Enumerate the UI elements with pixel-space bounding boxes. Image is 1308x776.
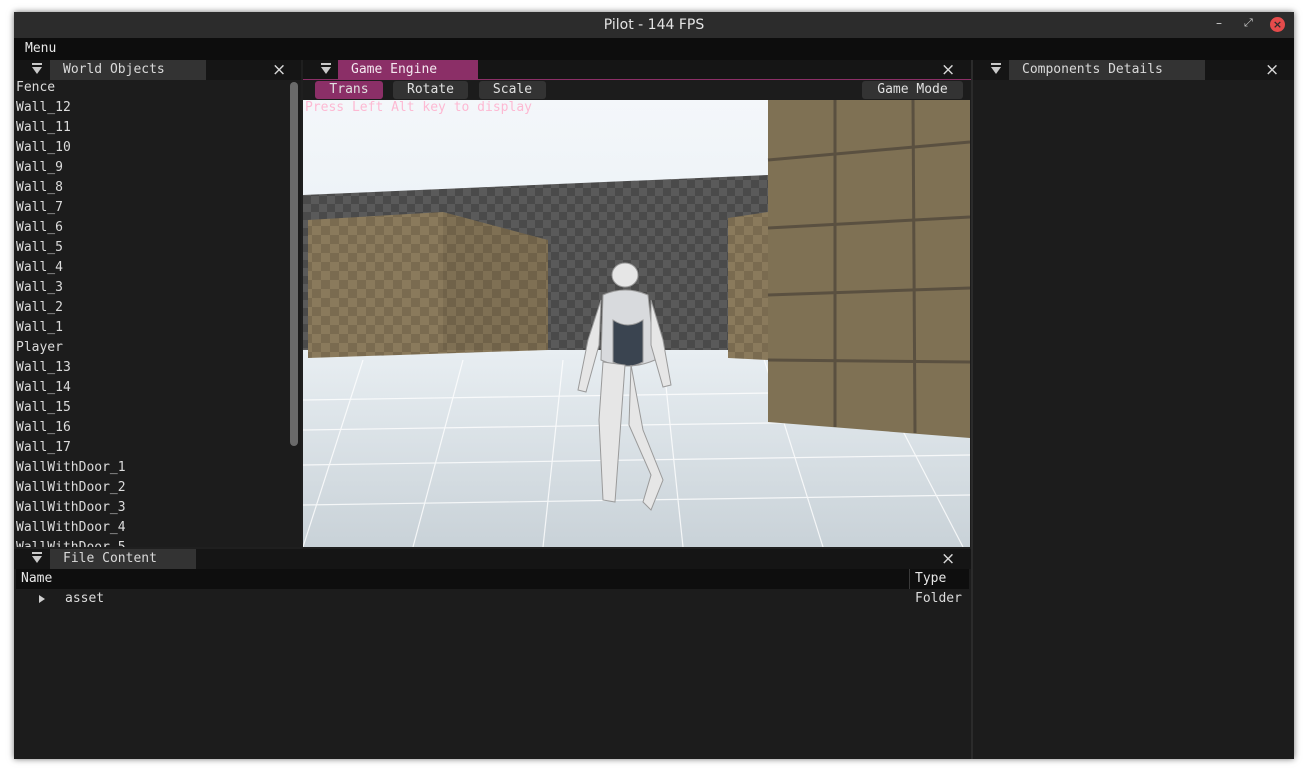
list-item[interactable]: Wall_14	[16, 378, 126, 398]
list-item[interactable]: WallWithDoor_3	[16, 498, 126, 518]
tab-file-content[interactable]: File Content	[50, 549, 196, 569]
list-item[interactable]: Fence	[16, 78, 126, 98]
expand-arrow-icon[interactable]	[39, 595, 45, 603]
tab-world-objects-label: World Objects	[63, 62, 165, 77]
menu-button[interactable]: Menu	[25, 41, 56, 56]
file-content-tabstrip: File Content ×	[14, 549, 971, 569]
column-header-type[interactable]: Type	[915, 569, 946, 589]
engine-toolbar: Trans Rotate Scale Game Mode	[303, 80, 971, 100]
list-item[interactable]: Wall_8	[16, 178, 126, 198]
close-icon[interactable]: ×	[941, 60, 955, 80]
row-type: Folder	[915, 591, 962, 606]
list-item[interactable]: Wall_9	[16, 158, 126, 178]
scrollbar-thumb[interactable]	[290, 82, 298, 446]
world-objects-scrollbar[interactable]	[289, 80, 299, 547]
panel-splitter[interactable]	[971, 60, 973, 759]
list-item[interactable]: Wall_12	[16, 98, 126, 118]
game-viewport[interactable]: Press Left Alt key to display	[303, 100, 970, 547]
minimize-icon[interactable]: –	[1216, 16, 1222, 30]
close-icon[interactable]: ×	[941, 549, 955, 569]
list-item[interactable]: Wall_3	[16, 278, 126, 298]
list-item[interactable]: Wall_13	[16, 358, 126, 378]
list-item[interactable]: Wall_1	[16, 318, 126, 338]
tab-game-engine[interactable]: Game Engine	[338, 60, 478, 80]
trans-button[interactable]: Trans	[315, 81, 383, 99]
list-item[interactable]: Wall_2	[16, 298, 126, 318]
scene-render	[303, 100, 970, 547]
column-divider[interactable]	[909, 569, 910, 589]
file-content-panel: File Content × Name Type asset Folder	[14, 549, 971, 759]
list-item[interactable]: WallWithDoor_4	[16, 518, 126, 538]
table-row[interactable]: asset Folder	[16, 589, 969, 609]
components-tabstrip: Components Details ×	[973, 60, 1294, 80]
list-item[interactable]: Wall_15	[16, 398, 126, 418]
list-item[interactable]: WallWithDoor_2	[16, 478, 126, 498]
menu-bar: Menu	[14, 38, 1294, 60]
tab-components-details[interactable]: Components Details	[1009, 60, 1205, 80]
close-window-icon[interactable]: ×	[1270, 17, 1285, 32]
viewport-hint-text: Press Left Alt key to display	[305, 100, 532, 115]
list-item[interactable]: Wall_11	[16, 118, 126, 138]
world-objects-tabstrip: World Objects ×	[14, 60, 301, 80]
file-table-header: Name Type	[16, 569, 969, 589]
title-bar[interactable]: Pilot - 144 FPS – ⤢ ×	[14, 12, 1294, 38]
list-item[interactable]: Wall_6	[16, 218, 126, 238]
list-item[interactable]: Wall_5	[16, 238, 126, 258]
list-item[interactable]: WallWithDoor_1	[16, 458, 126, 478]
close-icon[interactable]: ×	[272, 60, 286, 80]
game-engine-panel: Game Engine × Trans Rotate Scale Game Mo…	[303, 60, 971, 547]
window-title: Pilot - 144 FPS	[603, 17, 705, 33]
tab-game-engine-label: Game Engine	[351, 62, 438, 77]
close-icon[interactable]: ×	[1265, 60, 1279, 80]
app-window: Pilot - 144 FPS – ⤢ × Menu World Objects…	[14, 12, 1294, 759]
restore-icon[interactable]: ⤢	[1244, 16, 1253, 30]
list-item[interactable]: Wall_10	[16, 138, 126, 158]
scale-button[interactable]: Scale	[479, 81, 546, 99]
row-name: asset	[65, 591, 105, 606]
tab-world-objects[interactable]: World Objects	[50, 60, 206, 80]
rotate-button[interactable]: Rotate	[393, 81, 468, 99]
list-item[interactable]: Wall_7	[16, 198, 126, 218]
list-item[interactable]: Wall_4	[16, 258, 126, 278]
tab-components-label: Components Details	[1022, 62, 1163, 77]
game-engine-tabstrip: Game Engine ×	[303, 60, 971, 80]
list-item[interactable]: Wall_17	[16, 438, 126, 458]
world-objects-list: Fence Wall_12 Wall_11 Wall_10 Wall_9 Wal…	[16, 78, 126, 547]
world-objects-panel: World Objects × Fence Wall_12 Wall_11 Wa…	[14, 60, 301, 547]
components-details-panel: Components Details ×	[973, 60, 1294, 759]
list-item[interactable]: Wall_16	[16, 418, 126, 438]
column-header-name[interactable]: Name	[21, 569, 52, 589]
game-mode-button[interactable]: Game Mode	[862, 81, 963, 99]
list-item[interactable]: WallWithDoor_5	[16, 538, 126, 547]
tab-file-content-label: File Content	[63, 551, 157, 566]
list-item[interactable]: Player	[16, 338, 126, 358]
